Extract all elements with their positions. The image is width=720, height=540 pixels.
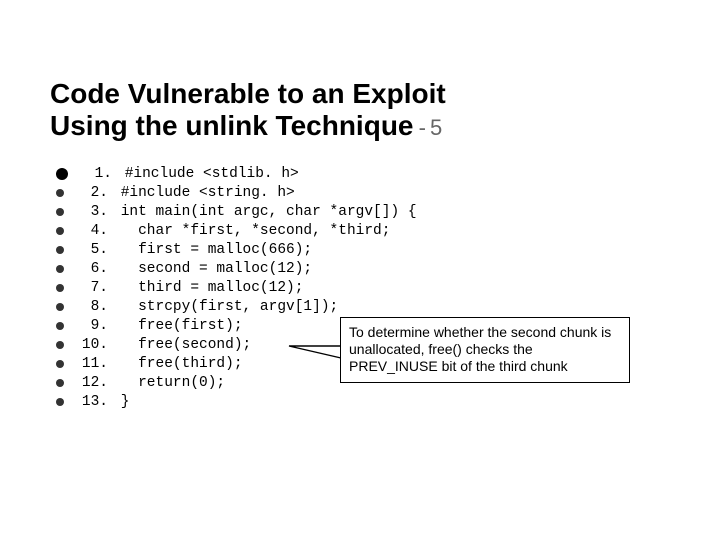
bullet-icon [56, 360, 64, 368]
code-row: 4. char *first, *second, *third; [56, 222, 417, 241]
slide-title: Code Vulnerable to an Exploit Using the … [50, 78, 650, 142]
code-text: free(second); [112, 336, 251, 355]
line-number: 9. [74, 317, 108, 336]
code-text: #include <stdlib. h> [116, 165, 299, 184]
bullet-icon [56, 303, 64, 311]
bullet-icon [56, 284, 64, 292]
bullet-icon [56, 227, 64, 235]
code-row: 5. first = malloc(666); [56, 241, 417, 260]
line-number: 1. [78, 165, 112, 184]
line-number: 8. [74, 298, 108, 317]
code-row: 2. #include <string. h> [56, 184, 417, 203]
line-number: 10. [74, 336, 108, 355]
line-number: 12. [74, 374, 108, 393]
code-text: #include <string. h> [112, 184, 295, 203]
code-row: 3. int main(int argc, char *argv[]) { [56, 203, 417, 222]
code-text: third = malloc(12); [112, 279, 303, 298]
bullet-icon [56, 208, 64, 216]
line-number: 3. [74, 203, 108, 222]
line-number: 13. [74, 393, 108, 412]
line-number: 6. [74, 260, 108, 279]
code-row: 8. strcpy(first, argv[1]); [56, 298, 417, 317]
code-row: 1. #include <stdlib. h> [56, 165, 417, 184]
title-suffix: - 5 [414, 115, 442, 140]
bullet-icon [56, 341, 64, 349]
title-line-2: Using the unlink Technique [50, 110, 414, 141]
code-row: 6. second = malloc(12); [56, 260, 417, 279]
callout-text: To determine whether the second chunk is… [349, 324, 611, 374]
code-text: int main(int argc, char *argv[]) { [112, 203, 417, 222]
code-text: first = malloc(666); [112, 241, 312, 260]
callout-box: To determine whether the second chunk is… [340, 317, 630, 383]
line-number: 5. [74, 241, 108, 260]
line-number: 7. [74, 279, 108, 298]
line-number: 11. [74, 355, 108, 374]
bullet-icon [56, 322, 64, 330]
code-text: second = malloc(12); [112, 260, 312, 279]
slide: Code Vulnerable to an Exploit Using the … [0, 0, 720, 540]
bullet-icon [56, 189, 64, 197]
title-line-1: Code Vulnerable to an Exploit [50, 78, 446, 109]
bullet-icon [56, 265, 64, 273]
code-text: free(first); [112, 317, 243, 336]
code-text: strcpy(first, argv[1]); [112, 298, 338, 317]
code-text: } [112, 393, 129, 412]
code-row: 7. third = malloc(12); [56, 279, 417, 298]
bullet-icon [56, 379, 64, 387]
line-number: 4. [74, 222, 108, 241]
code-text: free(third); [112, 355, 243, 374]
code-text: char *first, *second, *third; [112, 222, 390, 241]
code-text: return(0); [112, 374, 225, 393]
bullet-icon [56, 246, 64, 254]
bullet-icon [56, 398, 64, 406]
bullet-icon [56, 168, 68, 180]
code-row: 13. } [56, 393, 417, 412]
line-number: 2. [74, 184, 108, 203]
